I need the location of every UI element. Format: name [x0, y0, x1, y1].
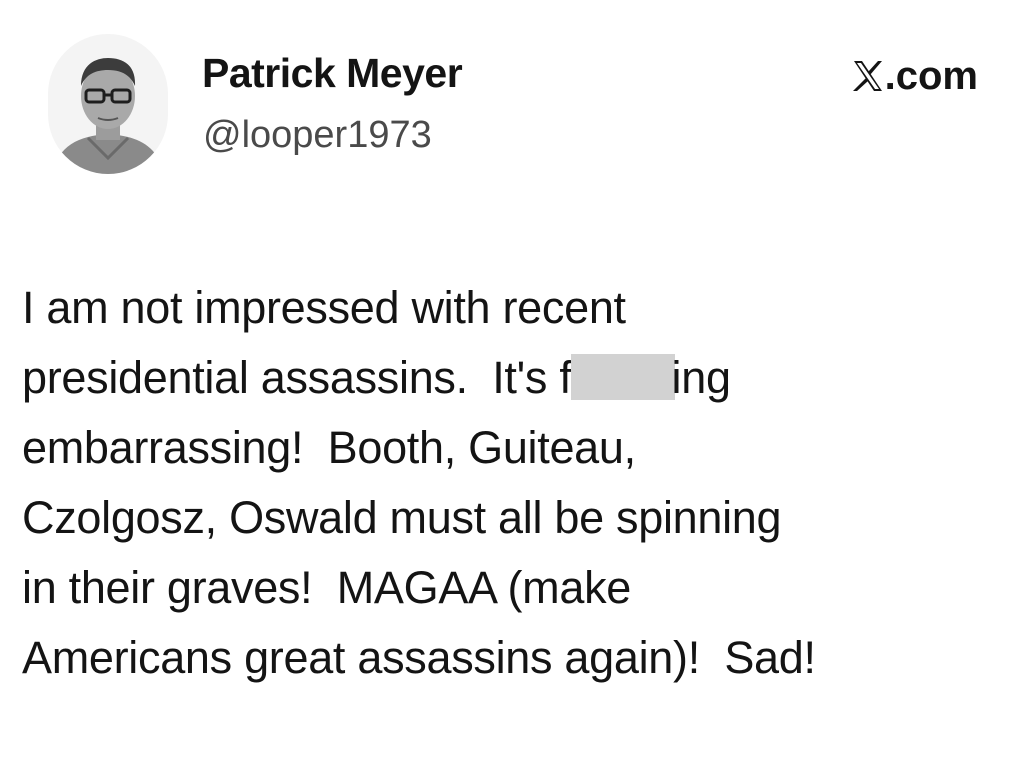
tweet-text: I am not impressed with recent president…: [22, 273, 1002, 693]
site-domain: .com: [884, 54, 978, 98]
tweet-line: I am not impressed with recent: [22, 282, 626, 333]
tweet-line-part: presidential assassins. It's f: [22, 352, 572, 403]
redaction-box: [570, 354, 675, 400]
avatar[interactable]: [48, 34, 168, 174]
author-name[interactable]: Patrick Meyer: [202, 50, 463, 97]
tweet-line-part: ing: [671, 352, 731, 403]
tweet-line: embarrassing! Booth, Guiteau,: [22, 422, 636, 473]
x-logo-icon: [852, 57, 883, 91]
tweet-card: Patrick Meyer @looper1973 .com I am not …: [0, 0, 1024, 766]
tweet-line: Czolgosz, Oswald must all be spinning: [22, 492, 782, 543]
avatar-photo: [48, 34, 168, 174]
tweet-line: in their graves! MAGAA (make: [22, 562, 632, 613]
site-label[interactable]: .com: [852, 54, 978, 99]
tweet-line: presidential assassins. It's f ing: [22, 343, 1002, 413]
tweet-line: Americans great assassins again)! Sad!: [22, 632, 816, 683]
author-handle[interactable]: @looper1973: [203, 114, 432, 157]
